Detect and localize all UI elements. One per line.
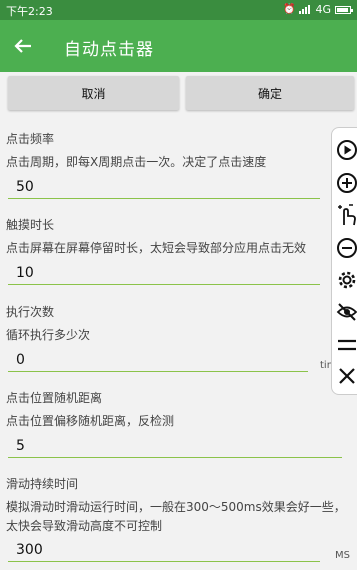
input-value: 5 — [16, 438, 25, 454]
hide-eye-icon[interactable] — [335, 300, 357, 324]
section-title: 触摸时长 — [6, 218, 55, 232]
section-title: 点击频率 — [6, 132, 55, 146]
swipe-gesture-icon[interactable] — [335, 203, 357, 227]
input-value: 50 — [16, 179, 34, 195]
random-offset-input[interactable]: 5 — [8, 436, 342, 458]
add-circle-icon[interactable] — [335, 171, 357, 195]
network-type: 4G — [315, 3, 331, 16]
close-icon[interactable] — [335, 364, 357, 388]
section-description: 点击屏幕在屏幕停留时长，太短会导致部分应用点击无效 — [6, 241, 307, 255]
alarm-icon: ⏰ — [283, 4, 296, 15]
repeat-count-input[interactable]: 0 — [8, 350, 308, 372]
section-title: 滑动持续时间 — [6, 477, 79, 491]
section-description: 点击位置偏移随机距离，反检测 — [6, 414, 175, 428]
confirm-button[interactable]: 确定 — [186, 76, 354, 110]
repeat-count-section: 执行次数 循环执行多少次 — [6, 303, 326, 345]
click-frequency-input[interactable]: 50 — [8, 177, 320, 199]
status-icons: ⏰ 4G — [283, 3, 353, 16]
arrow-left-icon — [14, 39, 31, 53]
section-title: 点击位置随机距离 — [6, 391, 103, 405]
input-value: 300 — [16, 542, 43, 558]
gear-icon[interactable] — [335, 268, 357, 292]
menu-icon[interactable] — [335, 333, 357, 357]
random-offset-section: 点击位置随机距离 点击位置偏移随机距离，反检测 — [6, 389, 326, 431]
touch-duration-section: 触摸时长 点击屏幕在屏幕停留时长，太短会导致部分应用点击无效 — [6, 216, 326, 258]
input-value: 10 — [16, 265, 34, 281]
signal-icon — [299, 5, 311, 14]
section-description: 点击周期，即每X周期点击一次。决定了点击速度 — [6, 155, 267, 169]
section-description: 循环执行多少次 — [6, 328, 91, 342]
input-value: 0 — [16, 352, 25, 368]
click-frequency-section: 点击频率 点击周期，即每X周期点击一次。决定了点击速度 — [6, 130, 326, 172]
status-bar: 下午2:23 ⏰ 4G — [0, 0, 357, 20]
back-button[interactable] — [8, 31, 38, 61]
cancel-button[interactable]: 取消 — [8, 76, 179, 110]
section-description: 模拟滑动时滑动运行时间，一般在300～500ms效果会好一些，太快会导致滑动高度… — [6, 500, 346, 533]
app-bar: 自动点击器 — [0, 20, 357, 72]
unit-label: MS — [335, 550, 350, 561]
page-title: 自动点击器 — [64, 40, 154, 60]
swipe-duration-section: 滑动持续时间 模拟滑动时滑动运行时间，一般在300～500ms效果会好一些，太快… — [6, 475, 346, 536]
status-time: 下午2:23 — [6, 5, 53, 18]
touch-duration-input[interactable]: 10 — [8, 263, 320, 285]
play-icon[interactable] — [335, 138, 357, 162]
floating-toolbar — [331, 127, 357, 395]
battery-icon — [335, 5, 353, 14]
remove-circle-icon[interactable] — [335, 236, 357, 260]
swipe-duration-input[interactable]: 300 — [8, 540, 320, 562]
section-title: 执行次数 — [6, 305, 55, 319]
